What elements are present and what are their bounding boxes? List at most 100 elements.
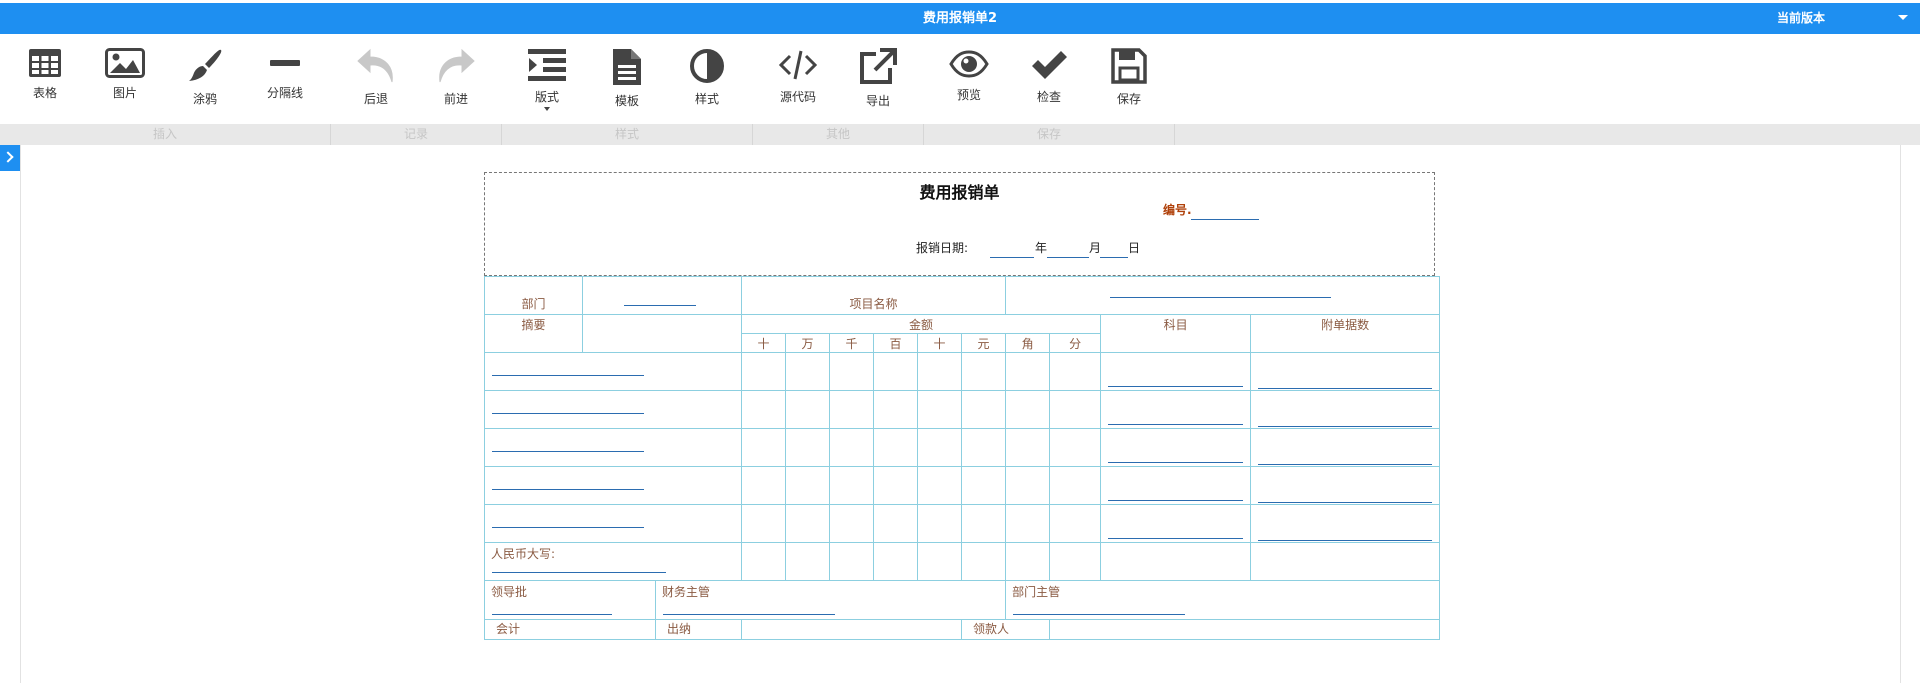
amount-digit-cell[interactable] (741, 504, 786, 543)
amount-digit-cell[interactable] (960, 466, 1007, 505)
project-name-input[interactable] (1110, 297, 1332, 298)
summary-cell[interactable] (484, 466, 742, 505)
accountant-cell[interactable]: 会计 (484, 619, 656, 640)
subject-input[interactable] (1108, 462, 1244, 463)
amount-digit-cell[interactable] (1049, 466, 1102, 505)
amount-digit-cell[interactable] (1005, 504, 1051, 543)
amount-digit-cell[interactable] (1049, 428, 1102, 467)
subject-input[interactable] (1108, 538, 1244, 539)
paint-button[interactable]: 涂鸦 (170, 48, 240, 107)
table-button[interactable]: 表格 (10, 48, 80, 101)
check-button[interactable]: 检查 (1014, 48, 1084, 105)
scrollbar[interactable] (1901, 145, 1920, 683)
amount-digit-cell[interactable] (741, 352, 786, 391)
day-field[interactable] (1100, 257, 1128, 258)
divider-button[interactable]: 分隔线 (250, 48, 320, 101)
month-field[interactable] (1047, 257, 1089, 258)
amount-digit-cell[interactable] (1005, 352, 1051, 391)
template-button[interactable]: 模板 (592, 48, 662, 109)
dept-supervisor-input[interactable] (1013, 614, 1186, 615)
subject-cell[interactable] (1100, 504, 1252, 543)
year-field[interactable] (990, 257, 1034, 258)
style-button[interactable]: 样式 (672, 48, 742, 107)
summary-input[interactable] (492, 375, 644, 376)
finance-supervisor-input[interactable] (663, 614, 835, 615)
amount-digit-cell[interactable] (917, 428, 962, 467)
dept-supervisor-cell[interactable]: 部门主管 (1005, 580, 1441, 620)
amount-digit-cell[interactable] (873, 428, 918, 467)
amount-digit-cell[interactable] (785, 428, 830, 467)
amount-digit-cell[interactable] (741, 466, 786, 505)
project-name-field-cell[interactable] (1005, 276, 1441, 315)
attachments-cell[interactable] (1250, 390, 1441, 429)
attachments-cell[interactable] (1250, 466, 1441, 505)
summary-cell[interactable] (484, 504, 742, 543)
summary-input[interactable] (492, 451, 644, 452)
amount-digit-cell[interactable] (917, 504, 962, 543)
amount-digit-cell[interactable] (960, 504, 1007, 543)
amount-digit-cell[interactable] (741, 390, 786, 429)
amount-digit-cell[interactable] (917, 352, 962, 391)
amount-digit-cell[interactable] (873, 466, 918, 505)
cashier-value-cell[interactable] (741, 619, 962, 640)
amount-digit-cell[interactable] (1005, 466, 1051, 505)
source-code-button[interactable]: 源代码 (763, 48, 833, 105)
form-number-field[interactable] (1191, 219, 1259, 220)
subject-cell[interactable] (1100, 428, 1252, 467)
chevron-down-icon[interactable] (1898, 15, 1908, 20)
summary-input[interactable] (492, 413, 644, 414)
amount-digit-cell[interactable] (829, 466, 874, 505)
amount-digit-cell[interactable] (829, 504, 874, 543)
department-field-cell[interactable] (582, 276, 742, 315)
form-header[interactable]: 费用报销单 编号. 报销日期: 年 月 日 (484, 172, 1435, 276)
amount-digit-cell[interactable] (785, 466, 830, 505)
amount-digit-cell[interactable] (960, 352, 1007, 391)
undo-button[interactable]: 后退 (341, 48, 411, 107)
amount-digit-cell[interactable] (917, 466, 962, 505)
summary-input[interactable] (492, 527, 644, 528)
summary-cell[interactable] (484, 428, 742, 467)
version-selector[interactable]: 当前版本 (1777, 3, 1825, 34)
attachments-input[interactable] (1258, 540, 1433, 541)
amount-digit-cell[interactable] (1005, 428, 1051, 467)
attachments-input[interactable] (1258, 464, 1433, 465)
export-button[interactable]: 导出 (843, 48, 913, 109)
attachments-input[interactable] (1258, 502, 1433, 503)
amount-digit-cell[interactable] (1049, 390, 1102, 429)
subject-cell[interactable] (1100, 352, 1252, 391)
amount-digit-cell[interactable] (785, 352, 830, 391)
amount-digit-cell[interactable] (741, 428, 786, 467)
sidebar-toggle-button[interactable] (0, 145, 20, 171)
subject-input[interactable] (1108, 500, 1244, 501)
amount-digit-cell[interactable] (960, 428, 1007, 467)
preview-button[interactable]: 预览 (934, 48, 1004, 103)
amount-digit-cell[interactable] (785, 504, 830, 543)
cashier-cell[interactable]: 出纳 (655, 619, 742, 640)
summary-cell[interactable] (484, 390, 742, 429)
leader-approval-input[interactable] (492, 614, 612, 615)
department-input[interactable] (624, 305, 696, 306)
amount-digit-cell[interactable] (1005, 390, 1051, 429)
amount-digit-cell[interactable] (1049, 504, 1102, 543)
payee-value-cell[interactable] (1049, 619, 1441, 640)
amount-digit-cell[interactable] (960, 390, 1007, 429)
amount-digit-cell[interactable] (873, 352, 918, 391)
payee-cell[interactable]: 领款人 (960, 619, 1051, 640)
amount-digit-cell[interactable] (873, 390, 918, 429)
image-button[interactable]: 图片 (90, 48, 160, 101)
amount-digit-cell[interactable] (1049, 352, 1102, 391)
save-button[interactable]: 保存 (1094, 48, 1164, 107)
amount-digit-cell[interactable] (829, 352, 874, 391)
subject-input[interactable] (1108, 424, 1244, 425)
amount-digit-cell[interactable] (873, 504, 918, 543)
attachments-cell[interactable] (1250, 504, 1441, 543)
amount-digit-cell[interactable] (785, 390, 830, 429)
subject-input[interactable] (1108, 386, 1244, 387)
summary-cell[interactable] (484, 352, 742, 391)
summary-input[interactable] (492, 489, 644, 490)
attachments-cell[interactable] (1250, 352, 1441, 391)
subject-cell[interactable] (1100, 390, 1252, 429)
layout-button[interactable]: 版式 (512, 48, 582, 111)
amount-digit-cell[interactable] (829, 390, 874, 429)
attachments-cell[interactable] (1250, 428, 1441, 467)
